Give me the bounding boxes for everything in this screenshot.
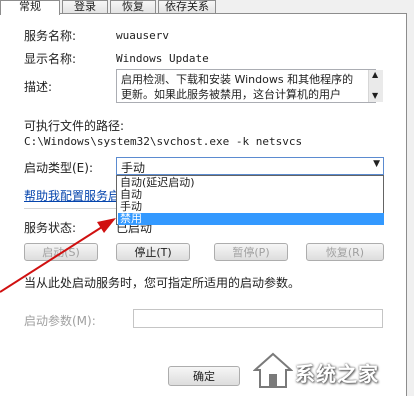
red-arrow-icon: [0, 218, 116, 293]
watermark-logo: 系统之家: [253, 352, 413, 390]
watermark-text: 系统之家: [295, 362, 379, 386]
house-logo-icon: [253, 352, 293, 388]
